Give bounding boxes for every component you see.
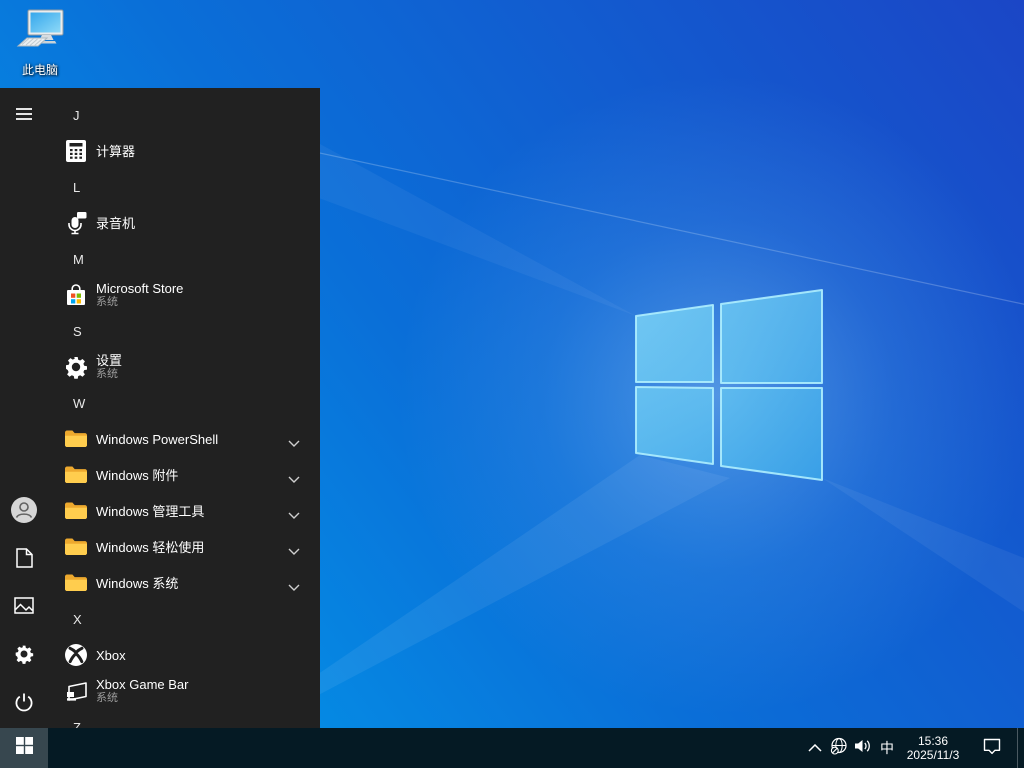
- folder-icon: [64, 463, 88, 487]
- folder-icon: [64, 535, 88, 559]
- app-item-voice-recorder[interactable]: 录音机: [48, 205, 320, 241]
- start-button[interactable]: [0, 728, 48, 768]
- section-header-j[interactable]: J: [48, 97, 320, 133]
- microsoft-store-icon: [64, 283, 88, 307]
- documents-button[interactable]: [0, 536, 48, 584]
- chevron-down-icon[interactable]: [288, 435, 300, 453]
- power-icon: [14, 692, 34, 717]
- xbox-game-bar-icon: [64, 679, 88, 703]
- folder-item-windows-system[interactable]: Windows 系统: [48, 565, 320, 601]
- calculator-icon: [64, 139, 88, 163]
- chevron-up-icon: [808, 739, 822, 757]
- settings-gear-icon: [64, 355, 88, 379]
- pictures-button[interactable]: [0, 584, 48, 632]
- app-item-settings[interactable]: 设置 系统: [48, 349, 320, 385]
- chevron-down-icon[interactable]: [288, 471, 300, 489]
- clock-time: 15:36: [917, 734, 949, 748]
- folder-item-windows-powershell[interactable]: Windows PowerShell: [48, 421, 320, 457]
- folder-icon: [64, 571, 88, 595]
- this-pc-label: 此电脑: [21, 63, 58, 77]
- chevron-down-icon[interactable]: [288, 543, 300, 561]
- action-center-button[interactable]: [967, 728, 1017, 768]
- volume-button[interactable]: [851, 728, 875, 768]
- gear-icon: [14, 644, 34, 669]
- app-item-xbox-game-bar[interactable]: Xbox Game Bar 系统: [48, 673, 320, 709]
- show-desktop-button[interactable]: [1017, 728, 1024, 768]
- clock-date: 2025/11/3: [906, 748, 960, 762]
- windows-logo-icon: [15, 737, 33, 759]
- section-header-l[interactable]: L: [48, 169, 320, 205]
- section-header-x[interactable]: X: [48, 601, 320, 637]
- app-item-microsoft-store[interactable]: Microsoft Store 系统: [48, 277, 320, 313]
- start-menu-app-list: J 计算器 L 录音机 M Microsoft Store 系统 S 设置 系统…: [48, 88, 320, 728]
- power-button[interactable]: [0, 680, 48, 728]
- app-item-calculator[interactable]: 计算器: [48, 133, 320, 169]
- ime-indicator[interactable]: 中: [875, 728, 899, 768]
- start-menu-rail: [0, 88, 48, 728]
- document-icon: [15, 547, 33, 573]
- network-status-button[interactable]: [827, 728, 851, 768]
- pictures-icon: [14, 597, 34, 619]
- folder-icon: [64, 499, 88, 523]
- voice-recorder-icon: [64, 211, 88, 235]
- desktop-icon-this-pc[interactable]: 此电脑: [8, 8, 72, 78]
- folder-item-windows-ease-of-access[interactable]: Windows 轻松使用: [48, 529, 320, 565]
- windows-desktop: 此电脑 J 计算器 L 录音机 M Microsoft Store 系统 S 设…: [0, 0, 1024, 768]
- clock[interactable]: 15:36 2025/11/3: [899, 728, 967, 768]
- start-menu: J 计算器 L 录音机 M Microsoft Store 系统 S 设置 系统…: [0, 88, 320, 728]
- section-header-w[interactable]: W: [48, 385, 320, 421]
- chevron-down-icon[interactable]: [288, 579, 300, 597]
- folder-item-windows-accessories[interactable]: Windows 附件: [48, 457, 320, 493]
- hamburger-icon: [16, 107, 32, 126]
- globe-no-internet-icon: [830, 737, 848, 760]
- taskbar: 中 15:36 2025/11/3: [0, 728, 1024, 768]
- section-header-s[interactable]: S: [48, 313, 320, 349]
- taskbar-empty-area: [48, 728, 803, 768]
- settings-button[interactable]: [0, 632, 48, 680]
- this-pc-icon: [14, 8, 66, 59]
- user-account-button[interactable]: [0, 488, 48, 536]
- app-item-xbox[interactable]: Xbox: [48, 637, 320, 673]
- system-tray: 中 15:36 2025/11/3: [803, 728, 1024, 768]
- expand-menu-button[interactable]: [0, 92, 48, 140]
- action-center-icon: [982, 737, 1002, 760]
- speaker-icon: [854, 738, 872, 759]
- user-avatar-icon: [10, 496, 38, 529]
- chevron-down-icon[interactable]: [288, 507, 300, 525]
- section-header-m[interactable]: M: [48, 241, 320, 277]
- folder-item-windows-admin-tools[interactable]: Windows 管理工具: [48, 493, 320, 529]
- xbox-icon: [64, 643, 88, 667]
- folder-icon: [64, 427, 88, 451]
- show-hidden-icons-button[interactable]: [803, 728, 827, 768]
- section-header-z[interactable]: Z: [48, 709, 320, 729]
